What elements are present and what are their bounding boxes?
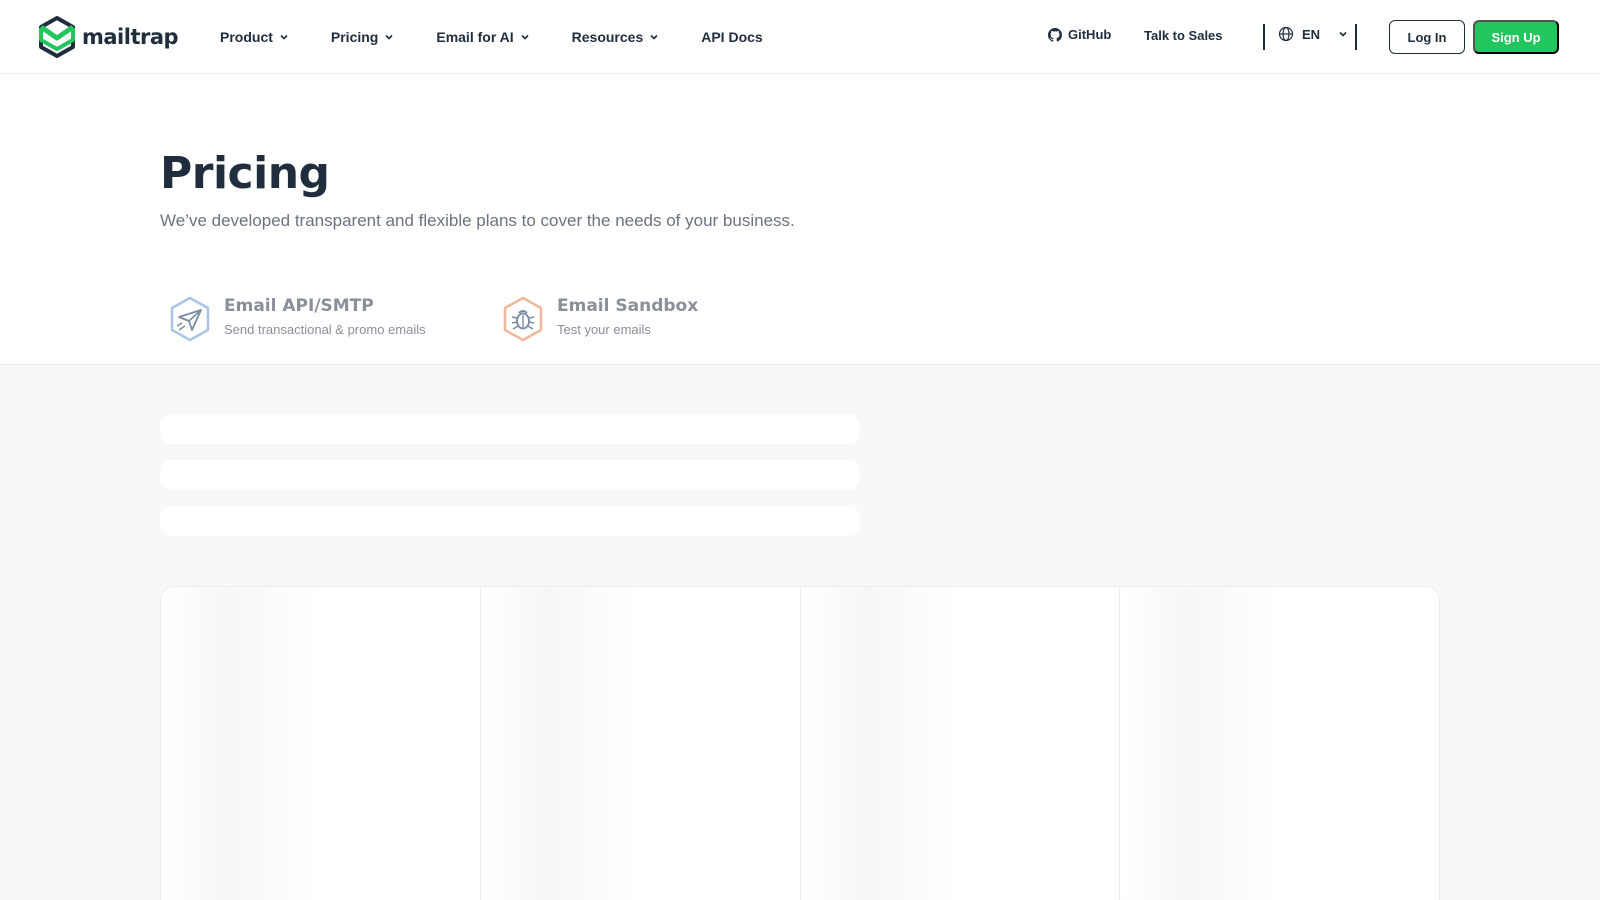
- loading-placeholder-line: [160, 460, 860, 490]
- tab-title: Email API/SMTP: [224, 296, 374, 316]
- chevron-down-icon: [280, 34, 288, 40]
- language-label: EN: [1302, 26, 1321, 42]
- nav-resources-label: Resources: [571, 29, 644, 45]
- site-header: mailtrap Product Pricing Email for AI Re…: [0, 0, 1600, 74]
- mailtrap-logo[interactable]: mailtrap: [38, 16, 179, 58]
- tab-subtitle: Test your emails: [557, 322, 651, 337]
- nav-resources[interactable]: Resources: [572, 29, 660, 45]
- main-nav: Product Pricing Email for AI Resources A…: [220, 0, 805, 74]
- chevron-down-icon: [521, 34, 529, 40]
- nav-api-docs[interactable]: API Docs: [701, 29, 762, 45]
- nav-api-docs-label: API Docs: [701, 29, 763, 45]
- divider: [1355, 24, 1357, 50]
- paper-plane-icon: [170, 296, 210, 342]
- nav-pricing-label: Pricing: [330, 29, 379, 45]
- tab-title: Email Sandbox: [557, 296, 699, 316]
- github-label: GitHub: [1068, 27, 1112, 42]
- github-link[interactable]: GitHub: [1048, 27, 1111, 42]
- tab-email-sandbox[interactable]: Email Sandbox Test your emails: [501, 296, 698, 342]
- page-title: Pricing: [160, 148, 330, 199]
- nav-email-for-ai[interactable]: Email for AI: [436, 29, 529, 45]
- bug-icon: [503, 296, 543, 342]
- github-icon: [1048, 27, 1062, 42]
- divider: [1263, 24, 1265, 50]
- chevron-down-icon: [1339, 31, 1347, 37]
- tab-email-api-smtp[interactable]: Email API/SMTP Send transactional & prom…: [168, 296, 426, 342]
- nav-pricing[interactable]: Pricing: [331, 29, 394, 45]
- globe-icon: [1278, 26, 1294, 42]
- page-subtitle: We’ve developed transparent and flexible…: [160, 211, 795, 230]
- pricing-plans-placeholder: [160, 586, 1440, 900]
- log-in-button[interactable]: Log In: [1389, 20, 1465, 54]
- sign-up-button[interactable]: Sign Up: [1473, 20, 1559, 54]
- loading-placeholder-line: [160, 414, 860, 444]
- loading-placeholder-line: [160, 506, 860, 536]
- logo-text: mailtrap: [82, 25, 179, 49]
- chevron-down-icon: [385, 34, 393, 40]
- language-selector[interactable]: EN: [1278, 26, 1348, 42]
- plan-card-placeholder: [800, 587, 1121, 900]
- nav-email-for-ai-label: Email for AI: [436, 29, 514, 45]
- mailtrap-logo-icon: [39, 16, 75, 58]
- nav-product[interactable]: Product: [220, 29, 289, 45]
- plan-card-placeholder: [1120, 587, 1439, 900]
- chevron-down-icon: [650, 34, 658, 40]
- plan-card-placeholder: [480, 587, 801, 900]
- nav-product-label: Product: [220, 29, 273, 45]
- tab-subtitle: Send transactional & promo emails: [224, 322, 426, 337]
- talk-to-sales-link[interactable]: Talk to Sales: [1144, 28, 1223, 43]
- plan-card-placeholder: [161, 587, 481, 900]
